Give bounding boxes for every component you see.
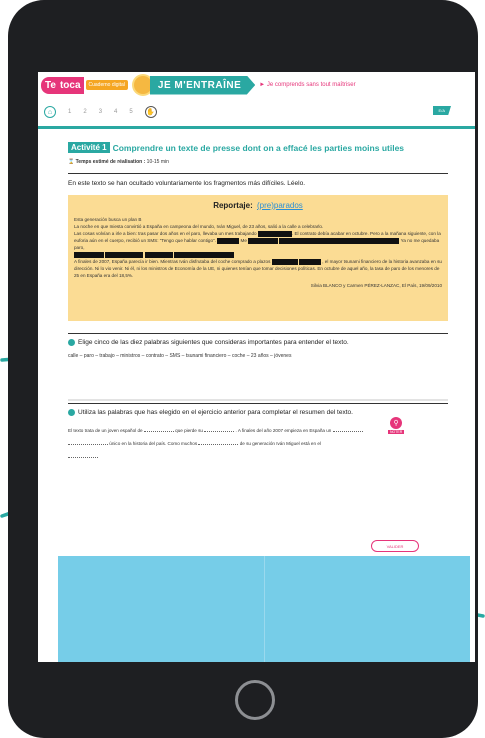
question-1: Elige cinco de las diez palabras siguien… [68, 333, 448, 401]
blank-input[interactable] [204, 426, 235, 432]
summary-text: . A finales del año 2007 empieza en Espa… [235, 428, 332, 433]
step-navigation: ⌂ 1 2 3 4 5 ✋ E/A [38, 102, 475, 124]
logo-te: Te [41, 76, 60, 94]
article-line: La noche en que Iniesta convirtió a Espa… [74, 224, 324, 229]
step-1[interactable]: 1 [68, 109, 71, 115]
blank-input[interactable] [198, 439, 239, 445]
time-label: Temps estimé de réalisation : [75, 159, 146, 165]
logo-subtitle: Cuaderno digital [85, 80, 128, 90]
bullet-icon [68, 339, 75, 346]
home-step-icon[interactable]: ⌂ [44, 106, 56, 118]
blank-input[interactable] [332, 426, 363, 432]
level-tag: E/A [432, 106, 451, 115]
article-line: Esta generación busca un plan B [74, 217, 142, 222]
intro-text: En este texto se han ocultado voluntaria… [68, 180, 306, 187]
pin-icon: ⚲ [390, 417, 403, 429]
step-2[interactable]: 2 [83, 109, 86, 115]
redacted-block [279, 237, 400, 244]
section-banner: JE M'ENTRAÎNE [149, 75, 256, 95]
activity-badge: Activité 1 [68, 142, 110, 153]
pin-label: NOTER [388, 430, 405, 434]
press-article: Reportaje: (pre)parados Esta generación … [68, 195, 448, 321]
redacted-block [217, 237, 240, 244]
redacted-block [257, 230, 292, 237]
article-source: Silvia BLANCO y Carmen PÉREZ-LANZAC, El … [310, 283, 442, 288]
header-divider [38, 126, 475, 129]
redacted-block [298, 258, 321, 265]
blue-panel [58, 556, 470, 662]
time-value: 10-15 min [146, 159, 169, 165]
step-5[interactable]: 5 [129, 109, 132, 115]
article-title-blank: (pre)parados [256, 201, 303, 210]
article-line: A finales de 2007, España parecía ir bie… [74, 259, 271, 264]
hand-icon[interactable]: ✋ [144, 106, 157, 118]
logo-toca: toca [59, 76, 84, 94]
validate-button[interactable]: VALIDER [371, 540, 419, 552]
redacted-block [144, 251, 173, 258]
activity-title: Activité 1 Comprendre un texte de presse… [68, 142, 448, 153]
summary-text: único en la historia del país. Como much… [109, 441, 198, 446]
redacted-block [271, 258, 298, 265]
panel-divider [264, 556, 265, 662]
redacted-block [248, 237, 279, 244]
blank-input[interactable] [68, 439, 108, 445]
sun-icon [133, 76, 152, 94]
blank-input[interactable] [143, 426, 174, 432]
divider [68, 173, 448, 174]
article-body: Esta generación busca un plan B La noche… [74, 217, 442, 278]
tablet-frame: Te toca Cuaderno digital JE M'ENTRAÎNE ► … [8, 0, 478, 738]
activity-content: Activité 1 Comprendre un texte de presse… [68, 142, 448, 463]
bullet-icon [68, 409, 75, 416]
activity-heading: Comprendre un texte de presse dont on a … [112, 142, 405, 153]
redacted-block [74, 251, 104, 258]
summary-text: que pierde su [175, 428, 203, 433]
tablet-screen: Te toca Cuaderno digital JE M'ENTRAÎNE ► … [38, 72, 475, 662]
time-estimate: ⌛ Temps estimé de réalisation : 10-15 mi… [68, 159, 448, 165]
home-button[interactable] [235, 680, 275, 720]
hourglass-icon: ⌛ [68, 159, 75, 165]
summary-text: El texto trata de un joven español de [68, 428, 143, 433]
redacted-block [105, 251, 144, 258]
question-2-text: Utiliza las palabras que has elegido en … [78, 409, 353, 416]
question-1-text: Elige cinco de las diez palabras siguien… [78, 339, 349, 346]
note-pin[interactable]: ⚲ NOTER [388, 417, 405, 434]
article-line: Las cosas volvían a irle a bien: tras pa… [74, 231, 257, 236]
article-title: Reportaje: (pre)parados [74, 201, 442, 210]
breadcrumb[interactable]: ► Je comprends sans tout maîtriser [259, 82, 355, 88]
summary-text: de su generación Iván Miguel está en el [239, 441, 321, 446]
answer-area[interactable] [68, 399, 448, 401]
article-title-label: Reportaje: [213, 201, 253, 210]
step-4[interactable]: 4 [114, 109, 117, 115]
article-line: Me [240, 238, 247, 243]
word-list[interactable]: calle – paro – trabajo – ministros – con… [68, 353, 448, 359]
app-header: Te toca Cuaderno digital JE M'ENTRAÎNE ► … [38, 72, 475, 98]
redacted-block [173, 251, 234, 258]
blank-input[interactable] [68, 452, 98, 458]
step-3[interactable]: 3 [99, 109, 102, 115]
